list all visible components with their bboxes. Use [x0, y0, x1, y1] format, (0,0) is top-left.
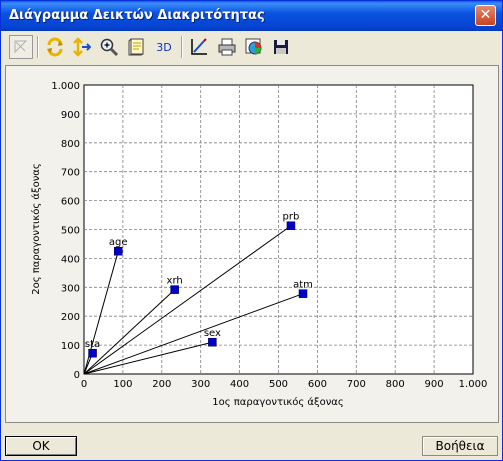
y-tick-label: 700	[61, 168, 80, 179]
x-tick-label: 800	[386, 379, 405, 390]
y-tick-label: 500	[61, 226, 80, 237]
y-tick-label: 200	[61, 312, 80, 323]
point-label-sta: sta	[85, 339, 100, 350]
select-arrow-button[interactable]	[9, 35, 33, 59]
y-tick-label: 600	[61, 197, 80, 208]
bottom-bar: OK Βοήθεια	[1, 430, 502, 460]
point-label-prb: prb	[283, 212, 300, 223]
point-marker-atm[interactable]	[298, 289, 308, 298]
save-button[interactable]	[269, 35, 293, 59]
window-title: Διάγραμμα Δεικτών Διακριτότητας	[9, 8, 265, 23]
title-bar[interactable]: Διάγραμμα Δεικτών Διακριτότητας ✕	[1, 1, 502, 31]
point-marker-sex[interactable]	[208, 337, 217, 347]
color-palette-icon	[245, 38, 262, 55]
zoom-button[interactable]	[97, 35, 121, 59]
x-axis-label: 1ος παραγοντικός άξονας	[212, 396, 344, 408]
x-tick-label: 200	[152, 379, 171, 390]
y-tick-labels: 0 100 200 300 400 500 600 700 800 900 1.000	[51, 81, 80, 381]
y-tick-label: 800	[61, 139, 80, 150]
print-button[interactable]	[215, 35, 239, 59]
point-marker-age[interactable]	[113, 246, 123, 256]
y-tick-label: 1.000	[51, 81, 80, 92]
point-marker-sta[interactable]	[88, 348, 97, 358]
point-marker-xrh[interactable]	[170, 285, 179, 294]
notes-icon	[128, 38, 144, 56]
3d-icon: 3D	[156, 40, 172, 54]
refresh-icon	[47, 37, 63, 57]
y-tick-label: 400	[61, 254, 80, 265]
discrimination-chart[interactable]: 0 100 200 300 400 500 600 700 800 900 1.000 0 100 20…	[6, 66, 498, 422]
close-button[interactable]: ✕	[475, 5, 496, 26]
zoom-icon	[100, 38, 119, 57]
refresh-button[interactable]	[43, 35, 67, 59]
printer-icon	[218, 38, 236, 56]
x-tick-label: 400	[230, 379, 249, 390]
x-tick-label: 500	[269, 379, 288, 390]
x-tick-label: 900	[425, 379, 444, 390]
chart-edit-icon	[191, 38, 207, 55]
toolbar: 3D	[5, 33, 498, 61]
point-label-atm: atm	[293, 280, 313, 291]
y-axis-label: 2ος παραγοντικός άξονας	[30, 163, 42, 295]
y-tick-label: 0	[74, 370, 80, 381]
x-tick-label: 700	[347, 379, 366, 390]
select-arrow-icon	[14, 40, 28, 54]
point-label-sex: sex	[204, 328, 221, 339]
x-tick-label: 300	[191, 379, 210, 390]
save-disk-icon	[274, 40, 288, 54]
ok-button[interactable]: OK	[5, 436, 77, 456]
point-label-age: age	[109, 237, 128, 248]
x-tick-label: 0	[81, 379, 87, 390]
point-marker-prb[interactable]	[286, 221, 296, 230]
x-tick-label: 100	[113, 379, 132, 390]
notes-button[interactable]	[125, 35, 149, 59]
move-axes-button[interactable]	[69, 35, 93, 59]
y-tick-label: 300	[61, 283, 80, 294]
point-label-xrh: xrh	[167, 276, 183, 287]
3d-button[interactable]: 3D	[152, 35, 176, 59]
chart-panel: 0 100 200 300 400 500 600 700 800 900 1.000 0 100 20…	[5, 65, 499, 423]
x-tick-label: 1.000	[459, 379, 488, 390]
help-button[interactable]: Βοήθεια	[422, 436, 498, 456]
move-axes-icon	[73, 37, 91, 57]
y-tick-label: 100	[61, 341, 80, 352]
x-tick-label: 600	[308, 379, 327, 390]
app-window: Διάγραμμα Δεικτών Διακριτότητας ✕ 3D 0 1…	[0, 0, 503, 461]
chart-edit-button[interactable]	[187, 35, 211, 59]
y-tick-label: 900	[61, 110, 80, 121]
x-tick-labels: 0 100 200 300 400 500 600 700 800 900 1.000	[81, 379, 488, 390]
color-button[interactable]	[242, 35, 266, 59]
